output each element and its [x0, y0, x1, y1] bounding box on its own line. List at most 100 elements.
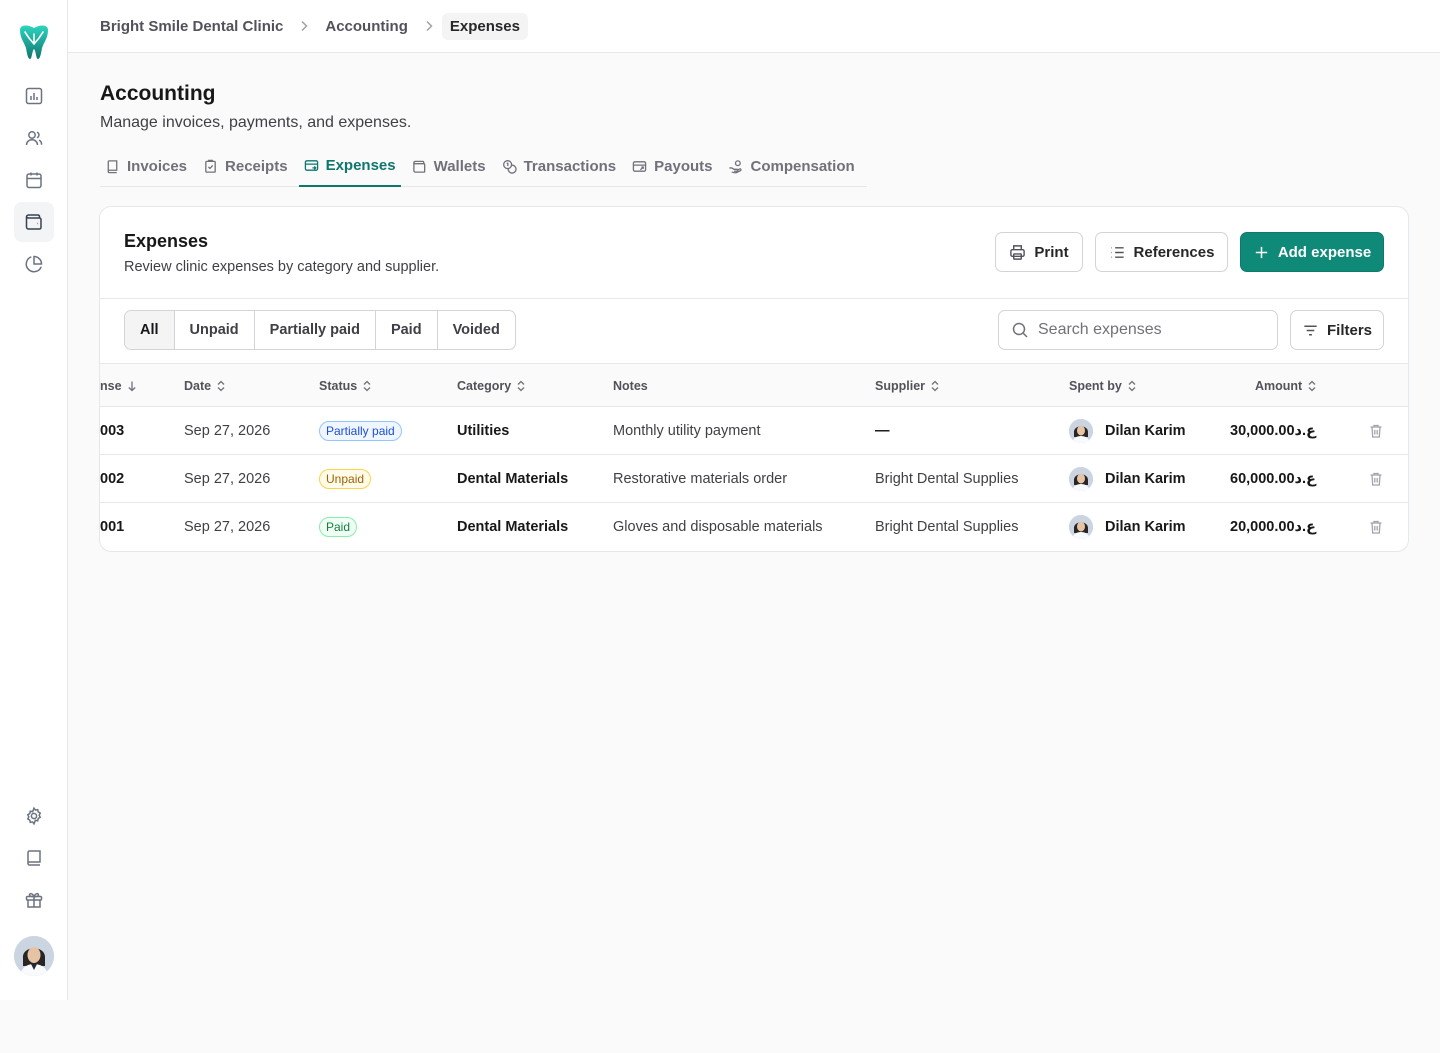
table-row[interactable]: 002 Sep 27, 2026 Unpaid Dental Materials… [100, 455, 1408, 503]
expense-notes: Restorative materials order [613, 471, 788, 487]
page-subtitle: Manage invoices, payments, and expenses. [100, 114, 412, 131]
expense-date: Sep 27, 2026 [184, 471, 271, 487]
expense-spent-by: Dilan Karim [1069, 455, 1186, 503]
status-filter-unpaid[interactable]: Unpaid [175, 311, 255, 349]
column-amount[interactable]: Amount [1255, 364, 1317, 407]
add-expense-label: Add expense [1277, 243, 1372, 261]
hand-coins-icon [729, 159, 743, 174]
delete-button[interactable] [1368, 503, 1384, 551]
breadcrumb-clinic[interactable]: Bright Smile Dental Clinic [100, 18, 283, 35]
status-badge: Unpaid [319, 469, 372, 489]
print-button[interactable]: Print [995, 232, 1083, 272]
user-avatar[interactable] [14, 936, 54, 976]
delete-button[interactable] [1368, 407, 1384, 455]
printer-icon [1010, 244, 1026, 260]
tab-compensation[interactable]: Compensation [723, 146, 859, 186]
tab-expenses[interactable]: Expenses [298, 146, 401, 187]
expense-id[interactable]: 001 [100, 503, 124, 551]
expense-spent-by: Dilan Karim [1069, 407, 1186, 455]
tooth-logo[interactable] [17, 24, 51, 60]
references-button[interactable]: References [1095, 232, 1228, 272]
tab-label: Compensation [750, 157, 855, 175]
expense-category: Utilities [457, 423, 510, 439]
avatar [1069, 419, 1093, 443]
status-badge: Paid [319, 517, 358, 537]
card-icon [304, 160, 318, 171]
expense-category: Dental Materials [457, 471, 569, 487]
column-spent-by[interactable]: Spent by [1069, 364, 1137, 407]
column-category[interactable]: Category [457, 364, 526, 407]
expense-status: Unpaid [319, 455, 372, 503]
expense-amount: 60,000.00ع.د [1230, 471, 1316, 487]
tab-label: Payouts [654, 157, 713, 175]
status-filter-voided[interactable]: Voided [438, 311, 515, 349]
breadcrumb-accounting[interactable]: Accounting [325, 18, 408, 35]
tab-payouts[interactable]: Payouts [627, 146, 717, 186]
arrow-down-icon [127, 381, 136, 391]
status-filter-partially-paid[interactable]: Partially paid [255, 311, 376, 349]
page-title: Accounting [100, 82, 216, 105]
gift-icon[interactable] [14, 880, 54, 920]
add-expense-button[interactable]: Add expense [1240, 232, 1384, 272]
table-row[interactable]: 001 Sep 27, 2026 Paid Dental Materials G… [100, 503, 1408, 551]
divider [100, 298, 1408, 299]
spent-by-name: Dilan Karim [1105, 471, 1186, 487]
column-expense[interactable]: nse [100, 364, 137, 407]
sort-icon [363, 380, 371, 391]
status-filter-all[interactable]: All [125, 311, 175, 349]
column-date[interactable]: Date [184, 364, 226, 407]
column-notes: Notes [613, 364, 648, 407]
column-supplier-label: Supplier [875, 378, 926, 393]
trash-icon [1370, 424, 1382, 438]
tab-label: Wallets [433, 157, 486, 175]
sort-icon [1128, 380, 1136, 391]
column-date-label: Date [184, 378, 212, 393]
breadcrumb-expenses: Expenses [441, 12, 528, 40]
column-amount-label: Amount [1255, 378, 1303, 393]
sidebar [0, 0, 68, 1000]
expense-id[interactable]: 003 [100, 407, 124, 455]
breadcrumb: Bright Smile Dental Clinic Accounting Ex… [68, 0, 1440, 53]
accounting-tabs: Invoices Receipts Expenses Wallets Trans… [100, 146, 867, 187]
expense-date: Sep 27, 2026 [184, 519, 271, 535]
table-row[interactable]: 003 Sep 27, 2026 Partially paid Utilitie… [100, 407, 1408, 455]
wallet-icon [412, 160, 425, 173]
plus-icon [1255, 246, 1267, 258]
sort-icon [217, 380, 225, 391]
column-status[interactable]: Status [319, 364, 372, 407]
filters-button[interactable]: Filters [1290, 310, 1384, 350]
expense-notes: Monthly utility payment [613, 423, 761, 439]
expense-supplier: — [875, 423, 890, 439]
tab-label: Receipts [225, 157, 288, 175]
column-status-label: Status [319, 378, 358, 393]
status-filter-paid[interactable]: Paid [376, 311, 438, 349]
tab-label: Invoices [127, 157, 188, 175]
book-icon[interactable] [14, 838, 54, 878]
pie-chart-icon[interactable] [14, 244, 54, 284]
tab-transactions[interactable]: Transactions [497, 146, 622, 186]
expense-spent-by: Dilan Karim [1069, 503, 1186, 551]
table-header: nse Date Status Category Notes Supplier … [100, 363, 1408, 407]
tab-wallets[interactable]: Wallets [407, 146, 491, 186]
column-category-label: Category [457, 378, 512, 393]
bar-chart-icon[interactable] [14, 76, 54, 116]
users-icon[interactable] [14, 118, 54, 158]
wallet-icon[interactable] [14, 202, 54, 242]
column-supplier[interactable]: Supplier [875, 364, 940, 407]
expense-status: Paid [319, 503, 358, 551]
references-label: References [1133, 243, 1215, 261]
tab-invoices[interactable]: Invoices [100, 146, 192, 186]
search-input[interactable] [1038, 321, 1258, 339]
card-title: Expenses [124, 231, 209, 251]
calendar-icon[interactable] [14, 160, 54, 200]
tab-receipts[interactable]: Receipts [198, 146, 293, 186]
trash-icon [1370, 472, 1382, 486]
coins-icon [502, 159, 517, 174]
filter-icon [1304, 325, 1317, 335]
sort-icon [931, 380, 939, 391]
expense-date: Sep 27, 2026 [184, 423, 271, 439]
list-icon [1110, 246, 1124, 258]
expense-id[interactable]: 002 [100, 455, 124, 503]
delete-button[interactable] [1368, 455, 1384, 503]
settings-icon[interactable] [14, 796, 54, 836]
